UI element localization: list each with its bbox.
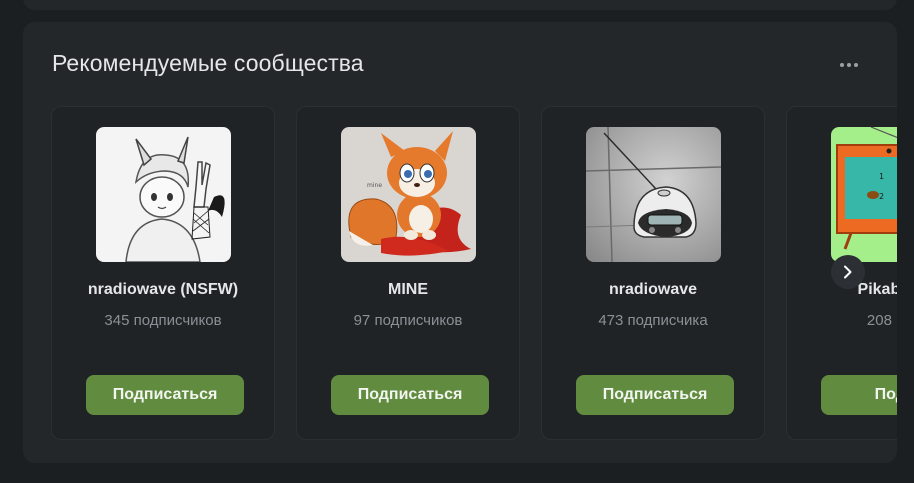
subscriber-count: 97 подписчиков (353, 312, 463, 329)
svg-text:1: 1 (879, 172, 884, 181)
community-name[interactable]: nradiowave (NSFW) (52, 281, 274, 299)
subscribe-button[interactable]: Подписаться (331, 375, 489, 415)
subscriber-count: 208 подп (866, 312, 897, 329)
section-title: Рекомендуемые сообщества (52, 50, 364, 76)
community-name[interactable]: nradiowave (542, 281, 764, 299)
more-dot (847, 63, 851, 67)
subscribe-button[interactable]: Подписаться (86, 375, 244, 415)
previous-panel-edge (23, 0, 897, 10)
carousel-next-button[interactable] (831, 255, 865, 289)
community-avatar[interactable]: mine (341, 127, 476, 262)
more-horizontal-icon (840, 63, 844, 67)
more-options-button[interactable] (829, 52, 869, 78)
community-avatar[interactable]: 1 2 (831, 127, 897, 262)
community-name[interactable]: MINE (297, 281, 519, 299)
subscriber-count: 473 подписчика (598, 312, 708, 329)
community-card[interactable]: nradiowave (NSFW) 345 подписчиков Подпис… (51, 106, 275, 440)
subscribe-button[interactable]: Подпи (821, 375, 897, 415)
subscribe-button[interactable]: Подписаться (576, 375, 734, 415)
community-card[interactable]: nradiowave 473 подписчика Подписаться (541, 106, 765, 440)
svg-text:2: 2 (879, 192, 884, 201)
chevron-right-icon (844, 265, 852, 279)
community-avatar[interactable] (586, 127, 721, 262)
community-card[interactable]: mine MINE 97 подписчиков Подписаться (296, 106, 520, 440)
community-avatar[interactable] (96, 127, 231, 262)
svg-text:mine: mine (367, 182, 382, 189)
more-dot (854, 63, 858, 67)
recommended-communities-panel: Рекомендуемые сообщества nradiowave (NSF… (23, 22, 897, 463)
subscriber-count: 345 подписчиков (104, 312, 222, 329)
